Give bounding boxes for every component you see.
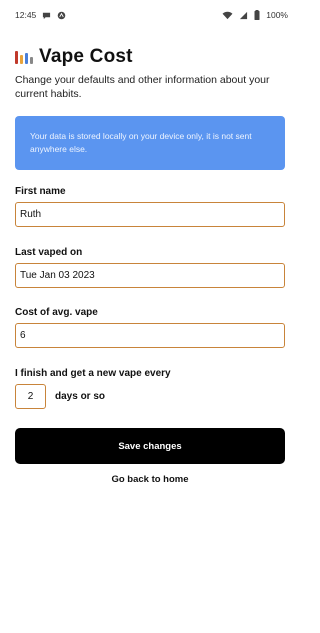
last-vaped-input[interactable] [15, 263, 285, 288]
app-title: Vape Cost [39, 46, 133, 67]
wifi-icon [222, 11, 233, 20]
last-vaped-label: Last vaped on [15, 247, 83, 258]
back-to-home-link[interactable]: Go back to home [0, 474, 300, 485]
notification-icon [57, 11, 66, 20]
status-bar: 12:45 100% [0, 0, 300, 30]
first-name-input[interactable] [15, 202, 285, 227]
privacy-notice: Your data is stored locally on your devi… [15, 116, 285, 170]
status-time: 12:45 [15, 10, 37, 20]
save-button[interactable]: Save changes [15, 428, 285, 464]
frequency-label: I finish and get a new vape every [15, 368, 171, 379]
logo-bar [30, 57, 33, 64]
app-header: Vape Cost [15, 46, 133, 68]
cost-input[interactable] [15, 323, 285, 348]
logo-bar [20, 55, 23, 64]
battery-level: 100% [266, 10, 288, 20]
status-left: 12:45 [15, 10, 66, 20]
cost-label: Cost of avg. vape [15, 307, 98, 318]
battery-icon [254, 10, 260, 20]
days-suffix: days or so [55, 391, 106, 402]
privacy-notice-text: Your data is stored locally on your devi… [30, 131, 252, 154]
first-name-label: First name [15, 186, 66, 197]
logo-bar [25, 53, 28, 64]
status-right: 100% [222, 10, 288, 20]
message-icon [42, 11, 51, 20]
days-input[interactable] [15, 384, 46, 409]
page-subtitle: Change your defaults and other informati… [15, 74, 270, 100]
signal-icon [239, 11, 248, 20]
logo-bar [15, 51, 18, 64]
app-logo-icon [15, 50, 33, 64]
